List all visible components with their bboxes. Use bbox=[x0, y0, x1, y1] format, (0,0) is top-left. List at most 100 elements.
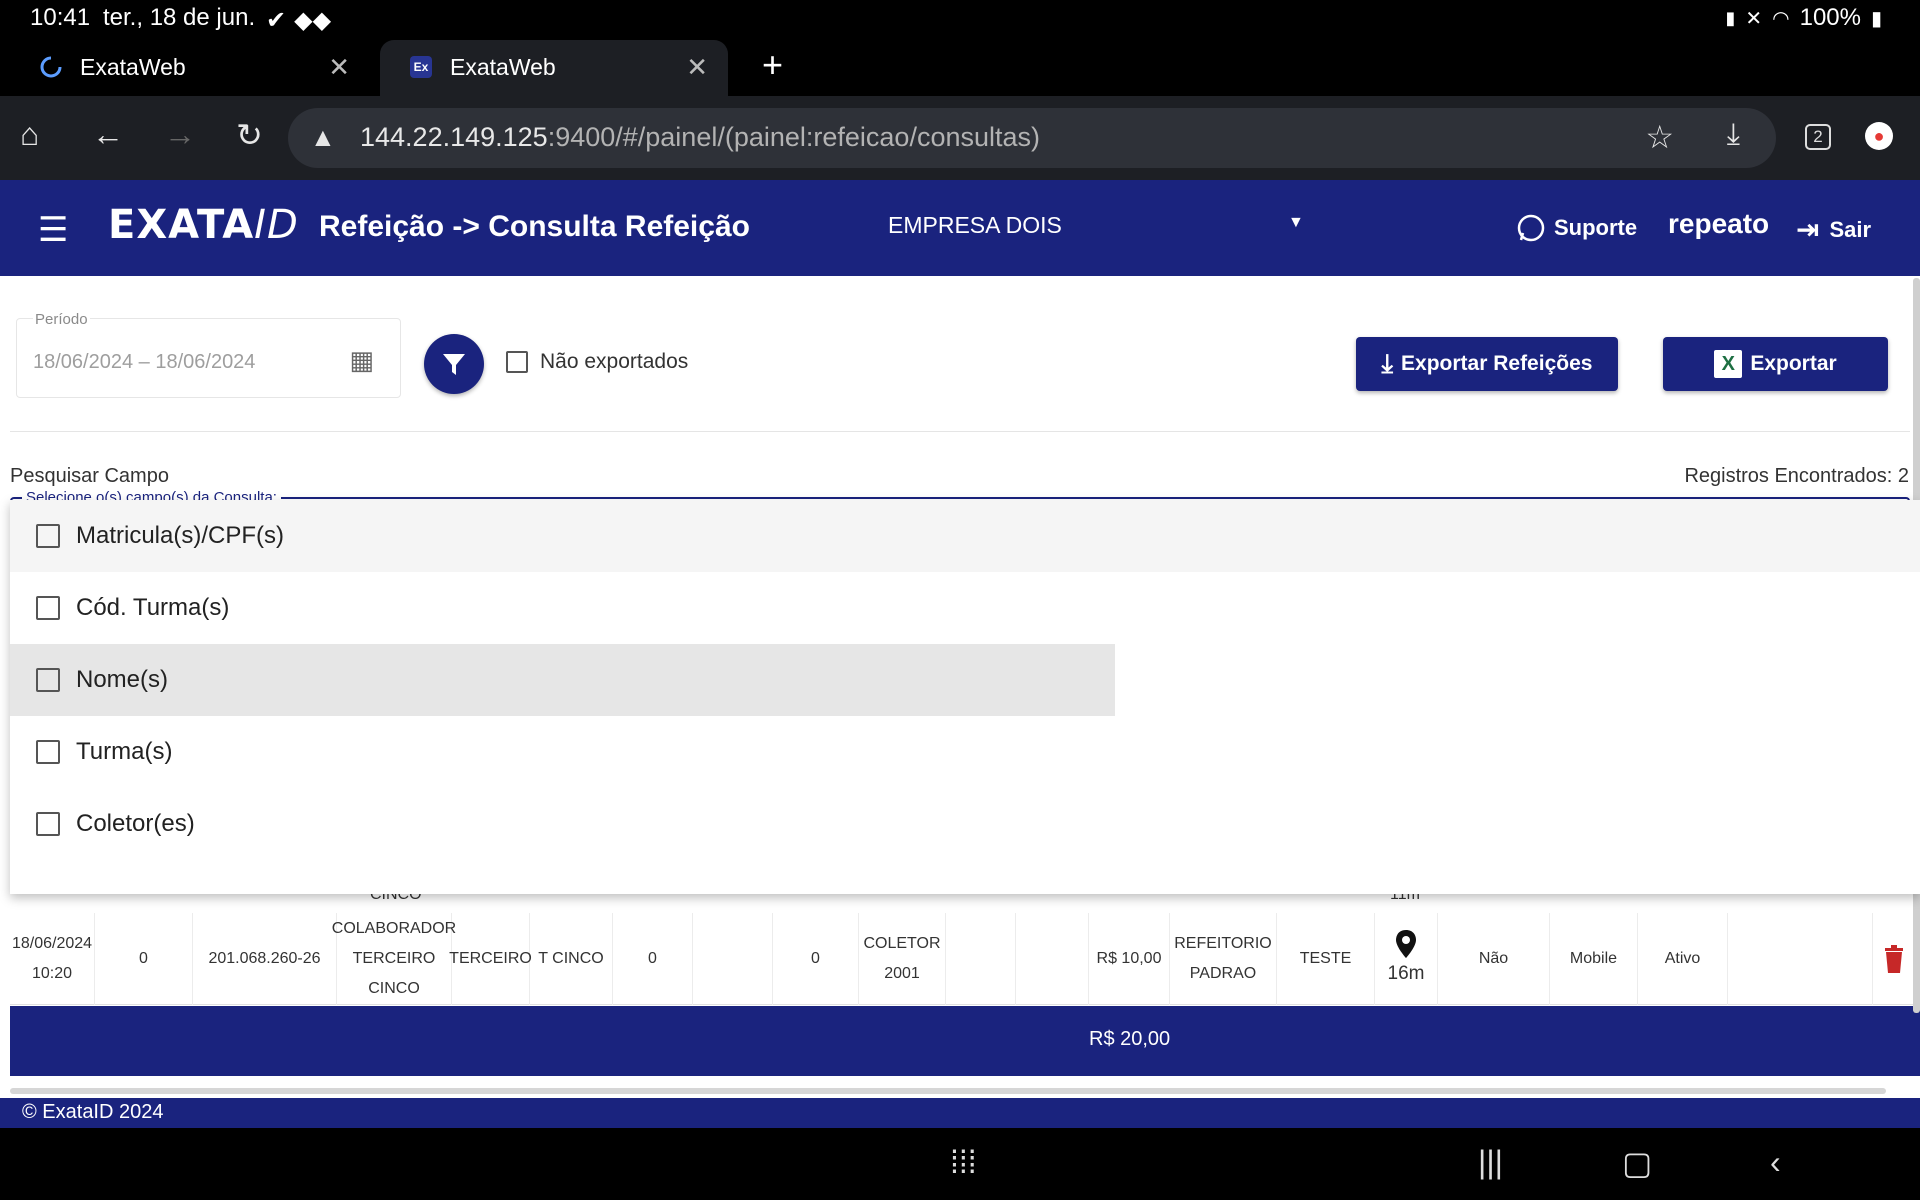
turma-cell: TERCEIRO bbox=[449, 913, 532, 1005]
origin-cell: Mobile bbox=[1550, 913, 1638, 1005]
total-bar: R$ 20,00 bbox=[10, 1006, 1920, 1076]
company-select[interactable]: EMPRESA DOIS bbox=[888, 212, 1062, 239]
home-icon[interactable]: ⌂ bbox=[20, 116, 39, 153]
location-pin-icon[interactable] bbox=[1394, 929, 1418, 959]
forward-icon[interactable]: → bbox=[164, 116, 196, 153]
exported-cell: Não bbox=[1438, 913, 1550, 1005]
delete-cell[interactable] bbox=[1873, 913, 1915, 1005]
exata-favicon-icon: Ex bbox=[410, 56, 432, 78]
status-time: 10:41 bbox=[30, 4, 91, 31]
checkbox-icon[interactable] bbox=[36, 740, 60, 764]
reload-icon[interactable]: ↻ bbox=[236, 116, 263, 154]
option-label: Nome(s) bbox=[76, 666, 169, 693]
android-navigation-bar: ⁞⁞⁞ ||| ▢ ‹ bbox=[0, 1128, 1920, 1200]
hamburger-menu-icon[interactable]: ☰ bbox=[38, 210, 68, 250]
new-tab-icon[interactable]: + bbox=[762, 44, 783, 86]
checkbox-icon[interactable] bbox=[506, 351, 528, 373]
period-value[interactable]: 18/06/2024 – 18/06/2024 bbox=[33, 351, 255, 374]
download-icon[interactable]: ⤓ bbox=[1727, 118, 1740, 152]
page-title: Refeição -> Consulta Refeição bbox=[319, 210, 750, 243]
battery-icon: ▮ bbox=[1870, 7, 1882, 30]
footer: © ExataID 2024 bbox=[0, 1098, 1920, 1128]
total-value: R$ 20,00 bbox=[1089, 1028, 1171, 1050]
records-found: Registros Encontrados: 2 bbox=[1684, 465, 1909, 487]
horizontal-scrollbar[interactable] bbox=[10, 1088, 1886, 1094]
checkbox-icon[interactable] bbox=[36, 596, 60, 620]
logout-button[interactable]: ⇥ Sair bbox=[1796, 213, 1871, 246]
value-cell: R$ 10,00 bbox=[1089, 913, 1170, 1005]
search-field-label: Pesquisar Campo bbox=[10, 465, 169, 487]
chevron-down-icon[interactable]: ▼ bbox=[1288, 214, 1304, 232]
option-turma[interactable]: Turma(s) bbox=[10, 716, 1920, 788]
wifi-icon: ◠ bbox=[1772, 7, 1790, 30]
close-tab-icon[interactable]: ✕ bbox=[686, 52, 708, 83]
recent-apps-icon[interactable]: ||| bbox=[1478, 1144, 1503, 1181]
table-cell: 0 bbox=[773, 913, 859, 1005]
calendar-icon[interactable]: ▦ bbox=[349, 345, 374, 376]
cod-turma-cell: T CINCO bbox=[530, 913, 613, 1005]
tab-count-button[interactable]: 2 bbox=[1805, 124, 1831, 150]
period-field[interactable]: Período 18/06/2024 – 18/06/2024 ▦ bbox=[16, 311, 401, 398]
filter-button[interactable] bbox=[424, 334, 484, 394]
download-icon: ⤓ bbox=[1381, 348, 1394, 378]
support-button[interactable]: Suporte bbox=[1516, 213, 1637, 243]
home-button-icon[interactable]: ▢ bbox=[1622, 1144, 1652, 1182]
mute-icon: ✕ bbox=[1745, 7, 1763, 30]
loading-icon bbox=[40, 56, 62, 78]
whatsapp-icon bbox=[1517, 214, 1545, 242]
delete-icon[interactable] bbox=[1883, 945, 1905, 973]
bookmark-star-icon[interactable]: ☆ bbox=[1645, 118, 1674, 156]
app-drawer-icon[interactable]: ⁞⁞⁞ bbox=[950, 1144, 977, 1181]
export-meals-button[interactable]: ⤓ Exportar Refeições bbox=[1356, 337, 1618, 391]
export-excel-button[interactable]: X Exportar bbox=[1663, 337, 1888, 391]
option-cod-turma[interactable]: Cód. Turma(s) bbox=[10, 572, 1920, 644]
browser-tab-1[interactable]: ExataWeb ✕ bbox=[10, 40, 370, 96]
browser-toolbar: ⌂ ← → ↻ ▲ 144.22.149.125:9400/#/painel/(… bbox=[0, 96, 1920, 180]
checkbox-icon[interactable] bbox=[36, 668, 60, 692]
lock-icon: ▮ bbox=[1725, 7, 1736, 28]
excel-icon: X bbox=[1714, 350, 1743, 378]
table-cell bbox=[693, 913, 773, 1005]
android-status-bar: 10:41 ter., 18 de jun. ✔ ◆◆ ▮ ✕ ◠ 100% ▮ bbox=[0, 0, 1920, 36]
name-cell: COLABORADOR TERCEIRO CINCO bbox=[332, 913, 456, 1005]
matricula-cell: 0 bbox=[95, 913, 193, 1005]
option-nome[interactable]: Nome(s) bbox=[10, 644, 1920, 716]
checkbox-icon[interactable] bbox=[36, 524, 60, 548]
back-button-icon[interactable]: ‹ bbox=[1770, 1144, 1781, 1181]
logo[interactable]: EXATAID bbox=[108, 202, 299, 248]
back-icon[interactable]: ← bbox=[92, 116, 124, 153]
battery-percent: 100% bbox=[1799, 4, 1861, 31]
browser-tab-2[interactable]: Ex ExataWeb ✕ bbox=[380, 40, 728, 96]
status-date: ter., 18 de jun. bbox=[103, 4, 256, 31]
table-cell: 0 bbox=[613, 913, 693, 1005]
status-cell: Ativo bbox=[1638, 913, 1728, 1005]
close-tab-icon[interactable]: ✕ bbox=[328, 52, 350, 83]
option-label: Matricula(s)/CPF(s) bbox=[76, 522, 284, 549]
search-field-dropdown: Matricula(s)/CPF(s) Cód. Turma(s) Nome(s… bbox=[10, 500, 1920, 894]
user-name: repeato bbox=[1668, 208, 1770, 239]
option-label: Coletor(es) bbox=[76, 810, 195, 837]
cafeteria-cell: REFEITORIO PADRAO bbox=[1170, 913, 1277, 1005]
note-cell: TESTE bbox=[1277, 913, 1375, 1005]
diamond-arrows-icon: ◆◆ bbox=[294, 7, 332, 34]
table-cell bbox=[1016, 913, 1089, 1005]
browser-tab-strip: ExataWeb ✕ Ex ExataWeb ✕ + bbox=[0, 36, 1920, 96]
option-coletor[interactable]: Coletor(es) bbox=[10, 788, 1920, 860]
option-matricula-cpf[interactable]: Matricula(s)/CPF(s) bbox=[10, 500, 1920, 572]
datetime-cell: 18/06/2024 10:20 bbox=[10, 913, 95, 1005]
cpf-cell: 201.068.260-26 bbox=[193, 913, 337, 1005]
table-cell bbox=[946, 913, 1016, 1005]
warning-icon[interactable]: ▲ bbox=[310, 122, 336, 153]
address-bar[interactable]: ▲ 144.22.149.125:9400/#/painel/(painel:r… bbox=[288, 108, 1776, 168]
checkbox-icon[interactable] bbox=[36, 812, 60, 836]
option-label: Turma(s) bbox=[76, 738, 173, 765]
url-text[interactable]: 144.22.149.125:9400/#/painel/(painel:ref… bbox=[360, 122, 1040, 153]
not-exported-checkbox[interactable]: Não exportados bbox=[506, 350, 688, 374]
app-header: ☰ EXATAID Refeição -> Consulta Refeição … bbox=[0, 180, 1920, 276]
location-cell[interactable]: 16m bbox=[1375, 913, 1438, 1005]
copyright-text: © ExataID 2024 bbox=[22, 1101, 164, 1123]
profile-icon[interactable]: ● bbox=[1865, 122, 1893, 150]
divider bbox=[10, 431, 1910, 432]
period-label: Período bbox=[33, 311, 90, 328]
check-icon: ✔ bbox=[266, 7, 287, 34]
